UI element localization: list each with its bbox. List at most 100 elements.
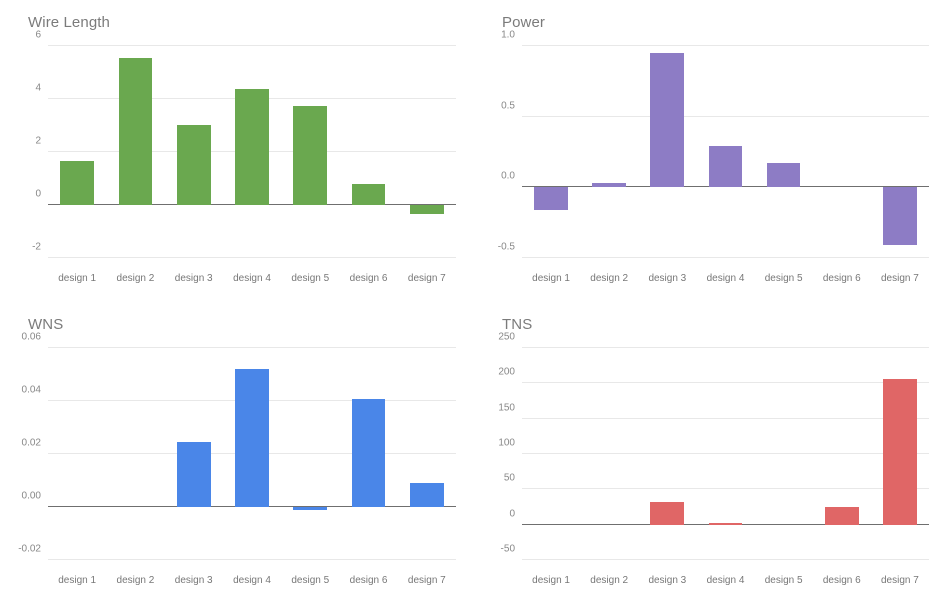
y-axis-tick-label: 0 (35, 188, 41, 200)
bar-slot (522, 348, 580, 560)
x-axis-tick-label: design 6 (822, 273, 861, 284)
bar[interactable] (766, 163, 801, 188)
y-axis-tick-label: 200 (498, 366, 515, 378)
x-axis-labels-wns: design 1 design 2 design 3 design 4 design 5… (48, 575, 456, 586)
bar[interactable] (708, 146, 743, 188)
y-axis-tick-label: 100 (498, 437, 515, 449)
charts-grid: Wire Length 6 4 2 0 -2 design 1 design 2 desig… (0, 0, 947, 604)
x-axis-tick-label: design 4 (706, 273, 745, 284)
x-axis-tick-label: design 6 (349, 575, 388, 586)
plot-area-tns: 250 200 150 100 50 0 -50 (498, 332, 929, 560)
bar[interactable] (592, 183, 627, 188)
y-axis-tick-label: -0.5 (497, 241, 515, 253)
chart-panel-power: Power 1.0 0.5 0.0 -0.5 design 1 design 2 desi… (474, 0, 947, 302)
x-axis-tick-label: design 1 (58, 273, 97, 284)
bar-slot (755, 46, 813, 258)
x-axis-tick-label: design 5 (291, 575, 330, 586)
y-axis-tick-label: 4 (35, 82, 41, 94)
bar-slot (339, 46, 397, 258)
x-axis-tick-label: design 2 (590, 273, 629, 284)
y-axis-tick-label: 6 (35, 29, 41, 41)
x-axis-tick-label: design 5 (764, 273, 803, 284)
bar-series-power (522, 46, 929, 258)
bar-slot (696, 348, 754, 560)
x-axis-labels-power: design 1 design 2 design 3 design 4 design 5… (522, 273, 929, 284)
y-axis-tick-label: 0.02 (21, 437, 41, 449)
bar[interactable] (650, 53, 685, 188)
bar-slot (522, 46, 580, 258)
bar-slot (165, 348, 223, 560)
bar[interactable] (708, 522, 743, 525)
y-axis-tick-label: -50 (500, 543, 515, 555)
bar-series-wire-length (48, 46, 456, 258)
bar-slot (165, 46, 223, 258)
y-axis-tick-label: 150 (498, 402, 515, 414)
x-axis-tick-label: design 2 (590, 575, 629, 586)
bar[interactable] (235, 88, 269, 205)
chart-title-wire-length: Wire Length (28, 14, 110, 31)
bar-slot (580, 46, 638, 258)
chart-title-power: Power (502, 14, 546, 31)
x-axis-tick-label: design 7 (881, 273, 919, 284)
y-axis-tick-label: 250 (498, 331, 515, 343)
bar[interactable] (293, 106, 328, 205)
y-axis-tick-label: 0.5 (501, 100, 515, 112)
bar-slot (281, 46, 339, 258)
y-axis-tick-label: 50 (503, 472, 515, 484)
bar-slot (48, 348, 106, 560)
bar-slot (106, 348, 164, 560)
x-axis-tick-label: design 7 (407, 273, 446, 284)
bar[interactable] (534, 187, 568, 210)
x-axis-tick-label: design 2 (116, 273, 155, 284)
bar[interactable] (409, 482, 444, 507)
bar-slot (755, 348, 813, 560)
bar[interactable] (293, 507, 328, 511)
bar-slot (638, 348, 696, 560)
bar[interactable] (351, 398, 386, 507)
bar[interactable] (235, 369, 269, 507)
y-axis-tick-label: 0 (509, 508, 515, 520)
bar-slot (813, 46, 871, 258)
x-axis-tick-label: design 4 (706, 575, 745, 586)
x-axis-tick-label: design 7 (407, 575, 446, 586)
bar[interactable] (176, 124, 211, 205)
bar[interactable] (118, 57, 153, 205)
x-axis-tick-label: design 4 (233, 273, 271, 284)
bar-slot (281, 348, 339, 560)
plot-area-wire-length: 6 4 2 0 -2 (32, 30, 456, 258)
chart-panel-wns: WNS 0.06 0.04 0.02 0.00 -0.02 design 1 design… (0, 302, 474, 604)
bar[interactable] (60, 161, 95, 205)
bar[interactable] (351, 184, 386, 205)
bar[interactable] (650, 502, 685, 525)
bar-slot (339, 348, 397, 560)
y-axis-tick-label: 0.06 (21, 331, 41, 343)
bar[interactable] (176, 442, 211, 507)
bar-slot (813, 348, 871, 560)
x-axis-tick-label: design 2 (116, 575, 155, 586)
bar-slot (398, 46, 456, 258)
bar[interactable] (883, 187, 917, 246)
x-axis-labels-wire-length: design 1 design 2 design 3 design 4 design 5… (48, 273, 456, 284)
x-axis-tick-label: design 3 (174, 273, 213, 284)
bar-series-tns (522, 348, 929, 560)
y-axis-tick-label: 1.0 (501, 29, 515, 41)
y-axis-tick-label: 0.00 (21, 490, 41, 502)
bar-slot (580, 348, 638, 560)
bar[interactable] (883, 379, 917, 525)
plot-area-wns: 0.06 0.04 0.02 0.00 -0.02 (18, 332, 456, 560)
x-axis-tick-label: design 4 (233, 575, 271, 586)
y-axis-tick-label: -2 (32, 241, 41, 253)
x-axis-tick-label: design 5 (291, 273, 330, 284)
bar[interactable] (409, 205, 444, 215)
bar[interactable] (824, 507, 859, 525)
bar-slot (48, 46, 106, 258)
bar-slot (106, 46, 164, 258)
y-axis-tick-label: 0.04 (21, 384, 41, 396)
x-axis-tick-label: design 3 (648, 575, 687, 586)
x-axis-tick-label: design 1 (532, 273, 570, 284)
x-axis-tick-label: design 6 (822, 575, 861, 586)
bar-slot (871, 348, 929, 560)
bar-slot (638, 46, 696, 258)
x-axis-tick-label: design 1 (58, 575, 97, 586)
bar-series-wns (48, 348, 456, 560)
